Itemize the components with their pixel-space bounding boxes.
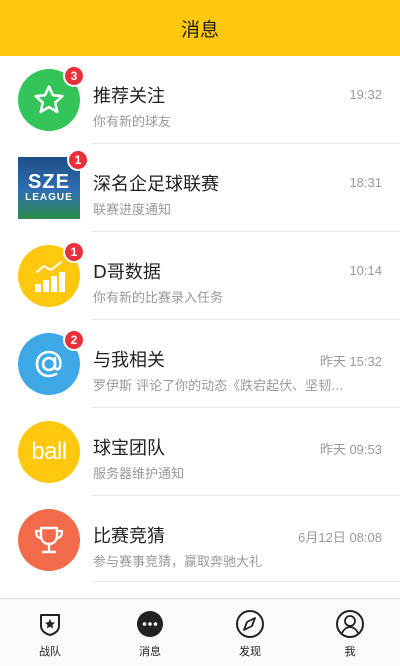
chart-icon: 1 bbox=[18, 241, 85, 307]
message-time: 18:31 bbox=[349, 175, 382, 190]
message-title: 与我相关 bbox=[93, 350, 165, 371]
message-title: 比赛竞猜 bbox=[93, 526, 165, 547]
message-time: 昨天 15:32 bbox=[319, 354, 382, 369]
tab-discover[interactable]: 发现 bbox=[200, 599, 300, 666]
unread-badge: 1 bbox=[63, 241, 85, 263]
league-logo: SZE LEAGUE 1 bbox=[18, 149, 89, 219]
message-preview: 你有新的比赛录入任务 bbox=[93, 291, 224, 306]
unread-badge: 1 bbox=[67, 149, 89, 171]
message-row-recommend[interactable]: 3 推荐关注 你有新的球友 19:32 bbox=[0, 56, 400, 144]
tab-team[interactable]: 战队 bbox=[0, 599, 100, 666]
message-row-data[interactable]: 1 D哥数据 你有新的比赛录入任务 10:14 bbox=[0, 232, 400, 320]
tab-label: 发现 bbox=[239, 645, 261, 658]
message-title: 球宝团队 bbox=[93, 438, 165, 459]
tab-label: 消息 bbox=[139, 645, 161, 658]
message-title: 推荐关注 bbox=[93, 86, 165, 107]
unread-badge: 2 bbox=[63, 329, 85, 351]
message-row-league[interactable]: SZE LEAGUE 1 深名企足球联赛 联赛进度通知 18:31 bbox=[0, 144, 400, 232]
message-row-mentions[interactable]: 2 与我相关 罗伊斯 评论了你的动态《跌宕起伏、坚韧... 昨天 15:32 bbox=[0, 320, 400, 408]
message-preview: 罗伊斯 评论了你的动态《跌宕起伏、坚韧... bbox=[93, 379, 344, 394]
tab-label: 战队 bbox=[39, 645, 61, 658]
message-time: 10:14 bbox=[349, 263, 382, 278]
ball-logo: ball bbox=[18, 421, 80, 483]
tab-profile[interactable]: 我 bbox=[300, 599, 400, 666]
message-icon bbox=[137, 611, 163, 637]
message-preview: 参与赛事竞猜，赢取奔驰大礼 bbox=[93, 555, 263, 570]
tab-label: 我 bbox=[344, 645, 356, 658]
message-title: D哥数据 bbox=[93, 262, 161, 283]
message-list: 3 推荐关注 你有新的球友 19:32 SZE LEAGUE 1 深名企足球联赛… bbox=[0, 56, 400, 582]
message-title: 深名企足球联赛 bbox=[93, 174, 219, 195]
message-time: 6月12日 08:08 bbox=[298, 530, 382, 545]
message-time: 19:32 bbox=[349, 87, 382, 102]
message-preview: 联赛进度通知 bbox=[93, 203, 172, 218]
league-logo-subtext: LEAGUE bbox=[25, 192, 73, 203]
message-row-quiz[interactable]: 比赛竞猜 参与赛事竞猜，赢取奔驰大礼 6月12日 08:08 bbox=[0, 496, 400, 582]
message-row-team[interactable]: ball 球宝团队 服务器维护通知 昨天 09:53 bbox=[0, 408, 400, 496]
page-title: 消息 bbox=[180, 18, 219, 41]
tab-messages[interactable]: 消息 bbox=[100, 599, 200, 666]
discover-icon bbox=[236, 610, 264, 638]
header-bar: 消息 bbox=[0, 0, 400, 56]
team-shield-icon bbox=[40, 614, 60, 636]
at-icon: 2 bbox=[18, 329, 85, 395]
profile-icon bbox=[336, 610, 364, 638]
star-icon: 3 bbox=[18, 65, 85, 131]
ball-logo-text: ball bbox=[31, 438, 67, 465]
league-logo-text: SZE bbox=[28, 171, 70, 193]
unread-badge: 3 bbox=[63, 65, 85, 87]
trophy-icon bbox=[18, 509, 80, 571]
message-preview: 服务器维护通知 bbox=[93, 467, 185, 482]
message-preview: 你有新的球友 bbox=[93, 115, 172, 130]
message-time: 昨天 09:53 bbox=[319, 442, 382, 457]
bottom-tab-bar: 战队 消息 发现 我 bbox=[0, 598, 400, 666]
